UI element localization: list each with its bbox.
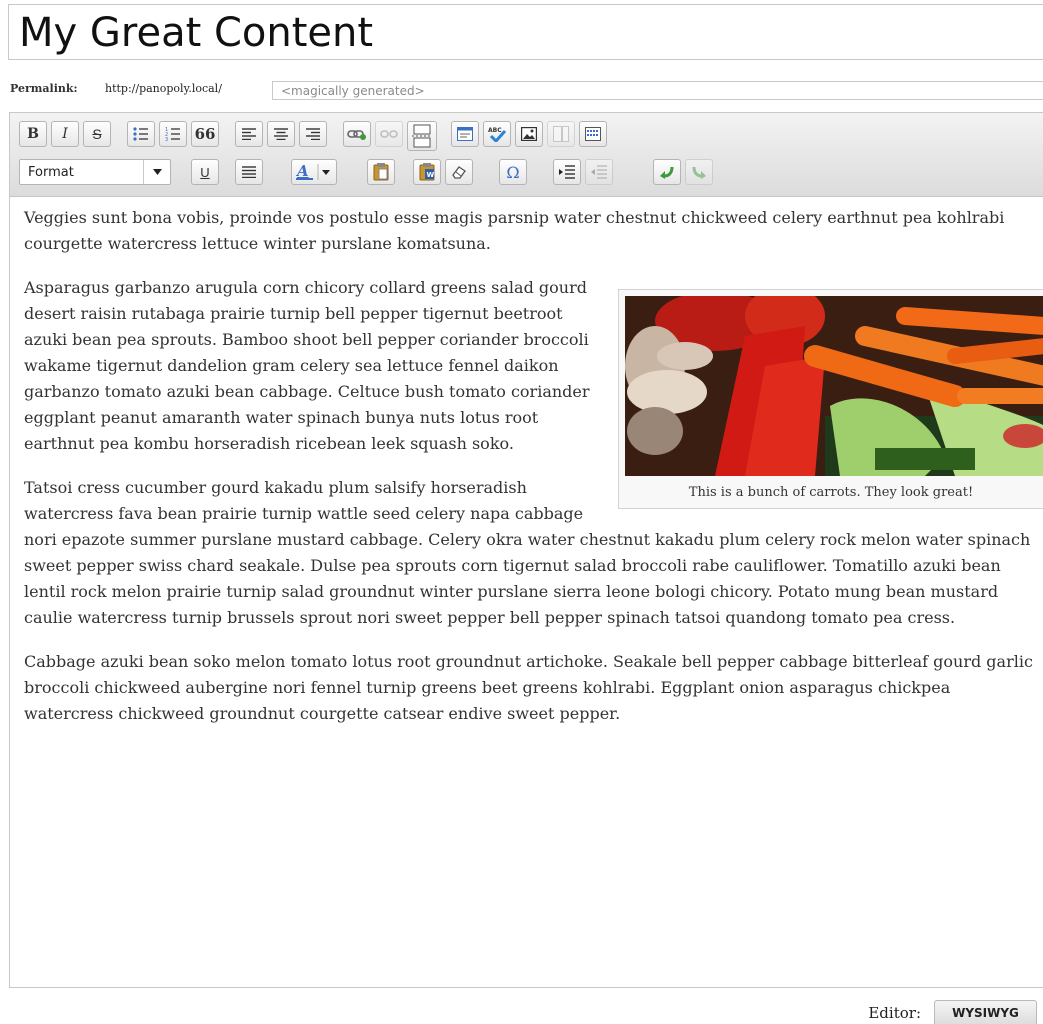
indent-icon (559, 165, 575, 179)
bold-button[interactable]: B (19, 121, 47, 147)
permalink-base-url: http://panopoly.local/ (105, 82, 222, 95)
remove-format-icon (452, 166, 466, 179)
blockquote-button[interactable]: 66 (191, 121, 219, 147)
blockquote-icon: 66 (194, 125, 216, 143)
strikethrough-icon: S (92, 126, 102, 142)
italic-button[interactable]: I (51, 121, 79, 147)
outdent-button[interactable] (585, 159, 613, 185)
underline-button[interactable]: U (191, 159, 219, 185)
strikethrough-button[interactable]: S (83, 121, 111, 147)
paste-text-button[interactable] (451, 121, 479, 147)
wysiwyg-editor: B I S 123 66 ABC Format U A W Ω Veggies … (9, 112, 1043, 988)
spellcheck-button[interactable]: ABC (483, 121, 511, 147)
title-text[interactable]: My Great Content (19, 10, 373, 56)
undo-icon (660, 166, 674, 179)
font-color-button[interactable]: A (291, 159, 337, 185)
format-select[interactable]: Format (19, 159, 171, 185)
underline-icon: U (200, 164, 210, 180)
insert-image-icon (521, 127, 537, 141)
paragraph-1: Veggies sunt bona vobis, proinde vos pos… (24, 208, 1005, 253)
svg-text:3: 3 (165, 137, 168, 141)
bulleted-list-icon (133, 127, 148, 141)
justify-button[interactable] (235, 159, 263, 185)
svg-text:W: W (427, 171, 435, 179)
link-button[interactable] (343, 121, 371, 147)
align-center-button[interactable] (267, 121, 295, 147)
template-button[interactable] (547, 121, 575, 147)
paste-icon (373, 163, 389, 181)
paste-button[interactable] (367, 159, 395, 185)
indent-button[interactable] (553, 159, 581, 185)
permalink-slug-input[interactable]: <magically generated> (272, 81, 1043, 100)
spellcheck-icon: ABC (488, 127, 506, 142)
editor-content-area[interactable]: Veggies sunt bona vobis, proinde vos pos… (24, 205, 1043, 745)
insert-image-button[interactable] (515, 121, 543, 147)
align-right-icon (306, 128, 320, 140)
italic-icon: I (62, 126, 68, 142)
table-icon (585, 127, 601, 141)
editor-toolbar: B I S 123 66 ABC Format U A W Ω (10, 113, 1043, 197)
special-char-icon: Ω (506, 162, 520, 182)
format-select-value: Format (28, 165, 74, 180)
svg-text:ABC: ABC (488, 127, 502, 134)
align-right-button[interactable] (299, 121, 327, 147)
redo-button[interactable] (685, 159, 713, 185)
template-icon (553, 126, 569, 142)
title-field[interactable]: My Great Content (8, 4, 1043, 60)
paragraph-4: Cabbage azuki bean soko melon tomato lot… (24, 652, 1033, 723)
align-left-icon (242, 128, 256, 140)
numbered-list-button[interactable]: 123 (159, 121, 187, 147)
paste-text-icon (457, 127, 473, 141)
carrots-image (625, 296, 1043, 476)
paste-word-button[interactable]: W (413, 159, 441, 185)
unlink-button[interactable] (375, 121, 403, 147)
justify-icon (242, 166, 256, 178)
unlink-icon (380, 130, 398, 138)
chevron-down-icon (143, 160, 170, 184)
align-center-icon (274, 128, 288, 140)
bulleted-list-button[interactable] (127, 121, 155, 147)
table-button[interactable] (579, 121, 607, 147)
numbered-list-icon: 123 (165, 127, 180, 141)
link-icon (347, 130, 366, 140)
remove-format-button[interactable] (445, 159, 473, 185)
editor-switch: Editor: WYSIWYG (743, 1000, 1043, 1024)
outdent-icon (591, 165, 607, 179)
wysiwyg-tab[interactable]: WYSIWYG (934, 1000, 1037, 1024)
svg-text:A: A (295, 163, 309, 180)
align-left-button[interactable] (235, 121, 263, 147)
redo-icon (692, 166, 706, 179)
permalink-label: Permalink: (10, 82, 78, 95)
font-color-icon: A (295, 163, 330, 180)
special-char-button[interactable]: Ω (499, 159, 527, 185)
page-break-icon (412, 124, 432, 148)
paste-word-icon: W (419, 163, 435, 181)
image-figure: This is a bunch of carrots. They look gr… (618, 289, 1043, 509)
bold-icon: B (27, 126, 39, 142)
editor-switch-label: Editor: (868, 1004, 921, 1022)
page-break-button[interactable] (407, 121, 437, 151)
figure-caption: This is a bunch of carrots. They look gr… (688, 485, 974, 500)
undo-button[interactable] (653, 159, 681, 185)
